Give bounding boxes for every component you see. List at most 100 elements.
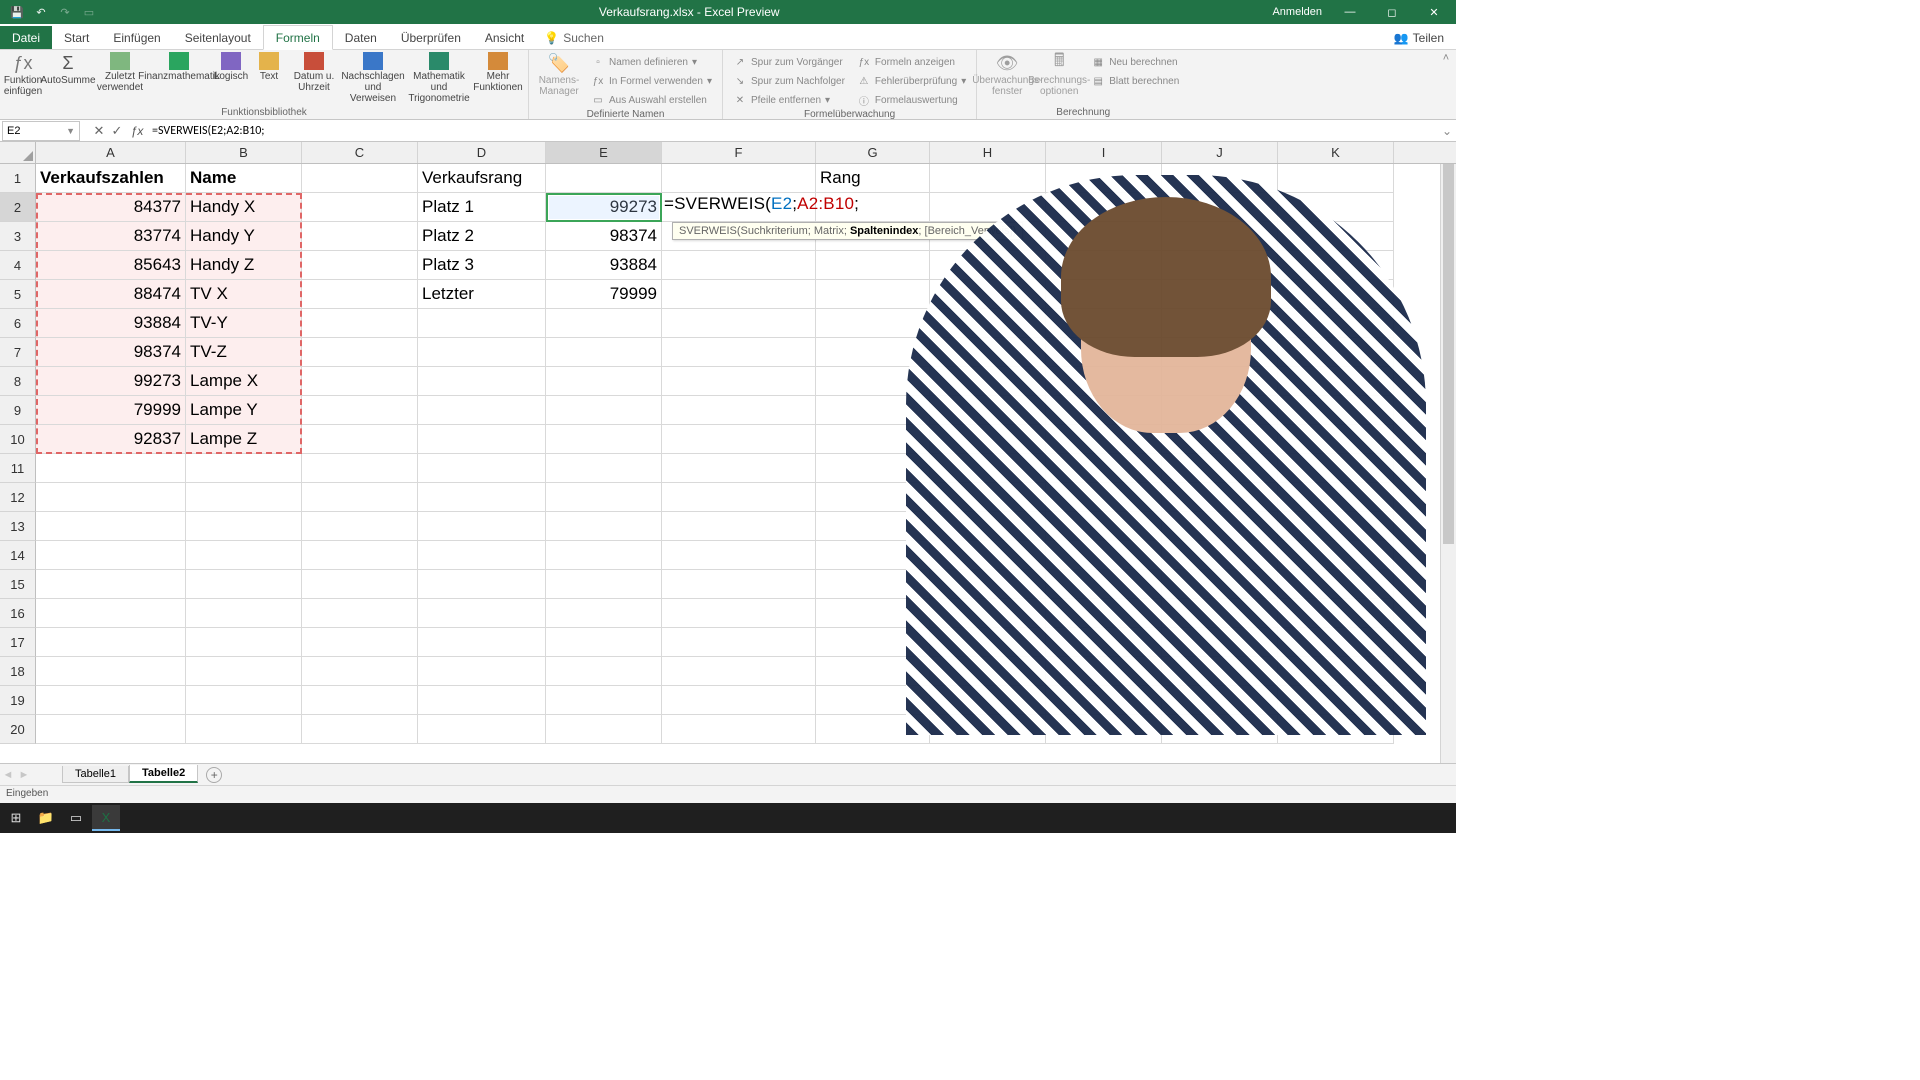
cell[interactable] <box>418 396 546 425</box>
cell[interactable]: TV-Y <box>186 309 302 338</box>
row-header[interactable]: 9 <box>0 396 36 425</box>
cell[interactable] <box>1278 164 1394 193</box>
cell[interactable] <box>662 628 816 657</box>
cell[interactable] <box>816 251 930 280</box>
cell[interactable] <box>1278 483 1394 512</box>
cell[interactable] <box>930 309 1046 338</box>
cell[interactable] <box>930 512 1046 541</box>
datetime-button[interactable]: Datum u. Uhrzeit <box>290 52 338 93</box>
cell[interactable] <box>930 338 1046 367</box>
col-header-F[interactable]: F <box>662 142 816 163</box>
cell[interactable] <box>930 570 1046 599</box>
cell[interactable]: Platz 3 <box>418 251 546 280</box>
cell[interactable] <box>662 396 816 425</box>
cell[interactable]: Verkaufszahlen <box>36 164 186 193</box>
row-header[interactable]: 7 <box>0 338 36 367</box>
cell[interactable] <box>1046 512 1162 541</box>
spreadsheet-grid[interactable]: A B C D E F G H I J K 1VerkaufszahlenNam… <box>0 142 1456 763</box>
cell[interactable] <box>186 512 302 541</box>
cell[interactable] <box>1162 164 1278 193</box>
cell[interactable]: Platz 2 <box>418 222 546 251</box>
cell[interactable] <box>816 715 930 744</box>
cell[interactable]: 93884 <box>36 309 186 338</box>
cell[interactable] <box>816 309 930 338</box>
row-header[interactable]: 12 <box>0 483 36 512</box>
cell[interactable] <box>1162 425 1278 454</box>
cell[interactable]: 98374 <box>36 338 186 367</box>
cell[interactable] <box>186 570 302 599</box>
save-icon[interactable]: 💾 <box>6 2 28 22</box>
cell[interactable] <box>418 657 546 686</box>
cell[interactable]: Platz 1 <box>418 193 546 222</box>
file-explorer-icon[interactable]: 📁 <box>32 805 60 831</box>
name-box[interactable]: E2▼ <box>2 121 80 141</box>
cell[interactable] <box>1046 251 1162 280</box>
cell[interactable]: 79999 <box>546 280 662 309</box>
cell[interactable] <box>546 541 662 570</box>
cell[interactable] <box>1278 396 1394 425</box>
recent-button[interactable]: Zuletzt verwendet <box>96 52 144 93</box>
tab-file[interactable]: Datei <box>0 26 52 49</box>
cell[interactable]: TV X <box>186 280 302 309</box>
cell[interactable] <box>418 483 546 512</box>
cell[interactable] <box>662 425 816 454</box>
row-header[interactable]: 16 <box>0 599 36 628</box>
cell[interactable] <box>930 541 1046 570</box>
col-header-E[interactable]: E <box>546 142 662 163</box>
cell[interactable] <box>302 425 418 454</box>
cell[interactable] <box>1046 599 1162 628</box>
cell[interactable] <box>302 251 418 280</box>
cell[interactable] <box>930 396 1046 425</box>
cell[interactable] <box>1046 715 1162 744</box>
row-header[interactable]: 14 <box>0 541 36 570</box>
cell[interactable]: Handy Y <box>186 222 302 251</box>
cell[interactable] <box>546 512 662 541</box>
cell[interactable] <box>662 338 816 367</box>
cell[interactable] <box>36 715 186 744</box>
cell[interactable] <box>1046 164 1162 193</box>
cell[interactable] <box>1162 280 1278 309</box>
text-button[interactable]: Text <box>252 52 286 82</box>
col-header-D[interactable]: D <box>418 142 546 163</box>
cell[interactable]: 99273 <box>36 367 186 396</box>
cell[interactable] <box>546 686 662 715</box>
cell[interactable] <box>36 628 186 657</box>
cell[interactable] <box>302 367 418 396</box>
cell[interactable] <box>302 599 418 628</box>
cell[interactable] <box>1278 570 1394 599</box>
cell[interactable] <box>930 425 1046 454</box>
row-header[interactable]: 1 <box>0 164 36 193</box>
cell[interactable]: Lampe X <box>186 367 302 396</box>
cell[interactable] <box>302 483 418 512</box>
cell[interactable] <box>816 483 930 512</box>
cell[interactable] <box>816 686 930 715</box>
cell[interactable] <box>930 193 1046 222</box>
cell[interactable] <box>1162 454 1278 483</box>
cell[interactable] <box>662 367 816 396</box>
cell[interactable] <box>930 367 1046 396</box>
cell[interactable] <box>816 280 930 309</box>
cell[interactable] <box>418 715 546 744</box>
cell[interactable] <box>930 599 1046 628</box>
cell[interactable] <box>662 454 816 483</box>
cell[interactable] <box>1162 309 1278 338</box>
cell[interactable] <box>302 396 418 425</box>
confirm-edit-button[interactable]: ✓ <box>108 123 126 139</box>
tab-view[interactable]: Ansicht <box>473 26 536 49</box>
cell[interactable] <box>186 541 302 570</box>
cancel-edit-button[interactable]: ✕ <box>90 123 108 139</box>
cell[interactable] <box>1162 599 1278 628</box>
cell[interactable] <box>1278 599 1394 628</box>
cell[interactable] <box>930 164 1046 193</box>
cell[interactable] <box>930 686 1046 715</box>
cell[interactable]: Letzter <box>418 280 546 309</box>
cell[interactable]: Rang <box>816 164 930 193</box>
col-header-B[interactable]: B <box>186 142 302 163</box>
cell[interactable] <box>418 309 546 338</box>
cell[interactable] <box>1162 512 1278 541</box>
row-header[interactable]: 10 <box>0 425 36 454</box>
cell[interactable] <box>1162 628 1278 657</box>
cell[interactable]: TV-Z <box>186 338 302 367</box>
cell[interactable] <box>418 512 546 541</box>
cell[interactable] <box>302 338 418 367</box>
